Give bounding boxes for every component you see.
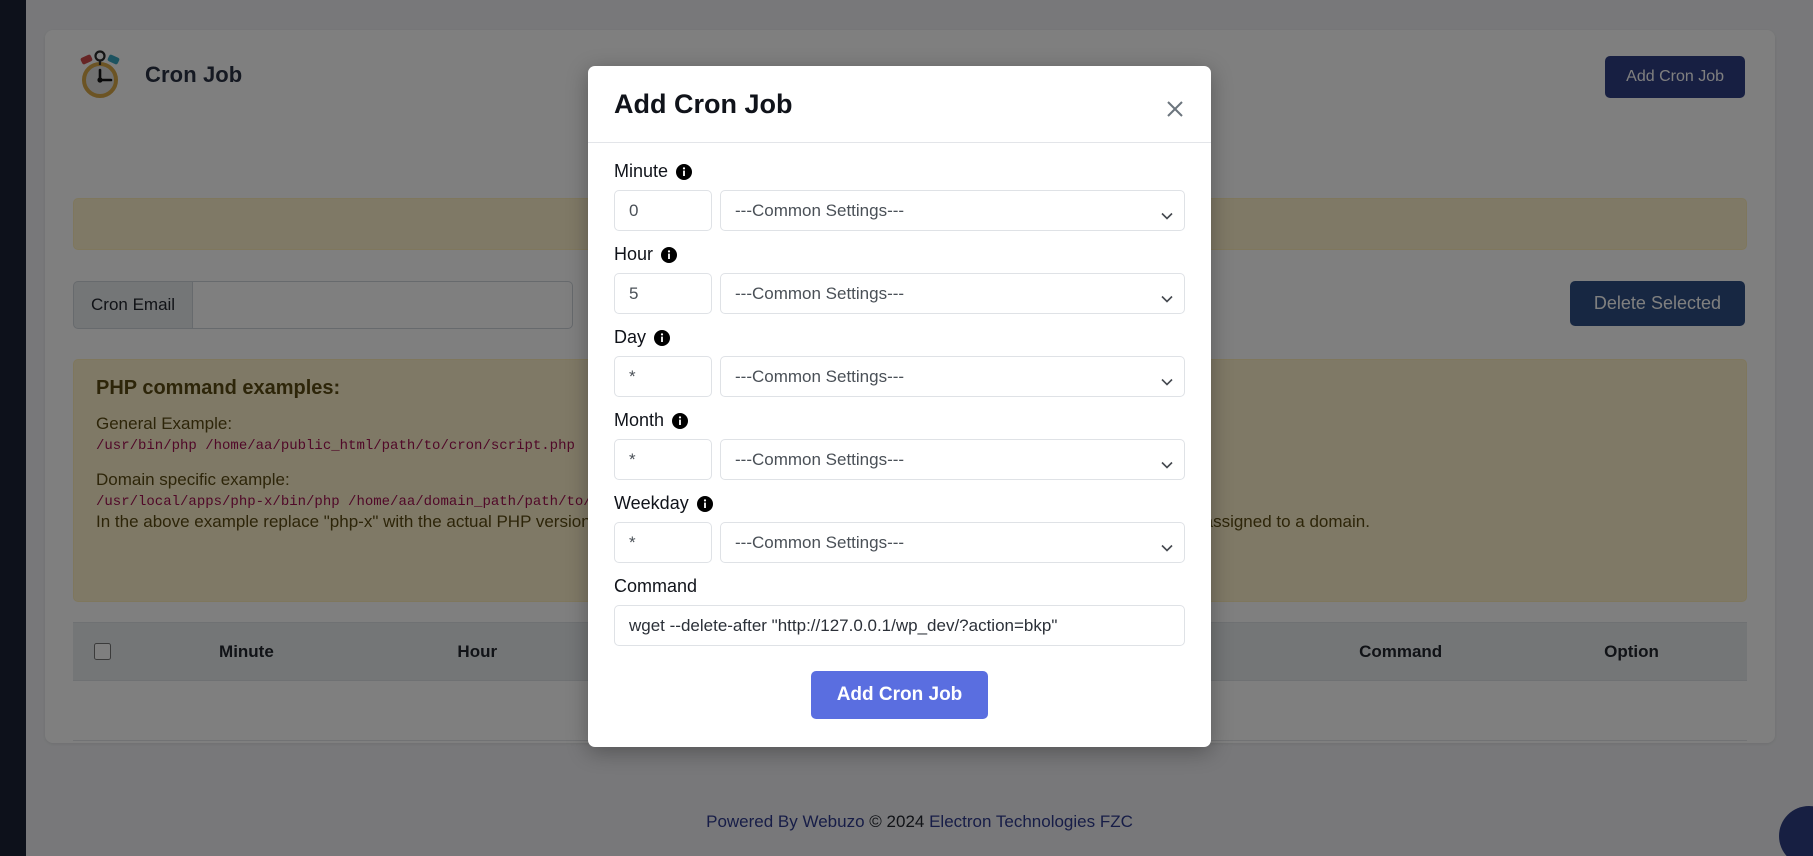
weekday-select-wrap: ---Common Settings--- [720, 522, 1185, 563]
info-icon[interactable] [672, 412, 689, 429]
field-label-command: Command [614, 576, 698, 596]
hour-value-input[interactable] [614, 273, 712, 314]
weekday-value-input[interactable] [614, 522, 712, 563]
weekday-label-text: Weekday [614, 493, 689, 513]
info-icon[interactable] [696, 495, 713, 512]
field-label-hour: Hour [614, 244, 1185, 265]
minute-value-input[interactable] [614, 190, 712, 231]
field-row-hour: ---Common Settings--- [614, 273, 1185, 314]
hour-label-text: Hour [614, 244, 654, 264]
day-select-wrap: ---Common Settings--- [720, 356, 1185, 397]
day-label-text: Day [614, 327, 647, 347]
field-label-month: Month [614, 410, 1185, 431]
info-icon[interactable] [654, 329, 671, 346]
command-input[interactable] [614, 605, 1185, 646]
app-root: Cron Job Add Cron Job Cron Email Delete … [0, 0, 1813, 856]
add-cron-job-modal: Add Cron Job Minute ---Commo [588, 66, 1211, 747]
day-common-settings-select[interactable]: ---Common Settings--- [720, 356, 1185, 397]
info-icon[interactable] [661, 246, 678, 263]
modal-footer: Add Cron Job [588, 646, 1211, 747]
field-label-weekday: Weekday [614, 493, 1185, 514]
field-row-minute: ---Common Settings--- [614, 190, 1185, 231]
day-value-input[interactable] [614, 356, 712, 397]
month-label-text: Month [614, 410, 665, 430]
modal-header: Add Cron Job [588, 66, 1211, 143]
minute-select-wrap: ---Common Settings--- [720, 190, 1185, 231]
month-value-input[interactable] [614, 439, 712, 480]
minute-label-text: Minute [614, 161, 669, 181]
weekday-common-settings-select[interactable]: ---Common Settings--- [720, 522, 1185, 563]
month-common-settings-select[interactable]: ---Common Settings--- [720, 439, 1185, 480]
field-label-minute: Minute [614, 161, 1185, 182]
hour-common-settings-select[interactable]: ---Common Settings--- [720, 273, 1185, 314]
field-row-day: ---Common Settings--- [614, 356, 1185, 397]
modal-title: Add Cron Job [614, 89, 793, 119]
info-icon[interactable] [676, 163, 693, 180]
close-icon[interactable] [1161, 95, 1189, 123]
modal-body: Minute ---Common Settings--- Ho [588, 143, 1211, 646]
month-select-wrap: ---Common Settings--- [720, 439, 1185, 480]
hour-select-wrap: ---Common Settings--- [720, 273, 1185, 314]
field-row-weekday: ---Common Settings--- [614, 522, 1185, 563]
minute-common-settings-select[interactable]: ---Common Settings--- [720, 190, 1185, 231]
field-row-month: ---Common Settings--- [614, 439, 1185, 480]
modal-submit-button[interactable]: Add Cron Job [810, 671, 989, 719]
field-label-day: Day [614, 327, 1185, 348]
